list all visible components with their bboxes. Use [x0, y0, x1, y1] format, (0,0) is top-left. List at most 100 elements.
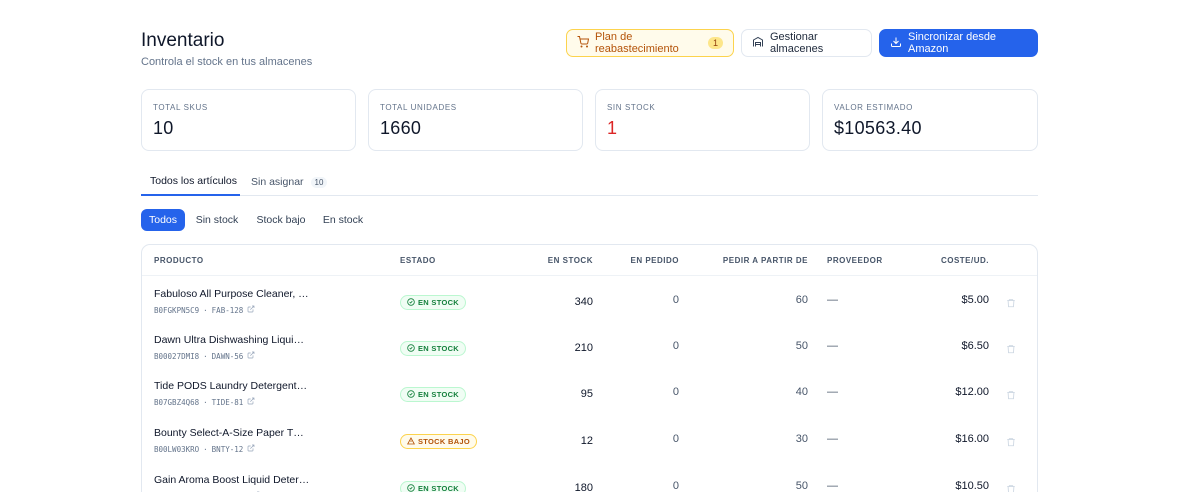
- external-link-icon[interactable]: [247, 351, 255, 361]
- product-sku: TIDE-81: [211, 397, 244, 407]
- supplier-value[interactable]: —: [827, 480, 838, 492]
- check-circle-icon: [407, 389, 415, 400]
- restock-plan-count-badge: 1: [707, 37, 723, 49]
- status-label: EN STOCK: [418, 390, 460, 399]
- external-link-icon[interactable]: [247, 305, 255, 315]
- sync-amazon-label: Sincronizar desde Amazon: [908, 31, 997, 55]
- product-name[interactable]: Bounty Select-A-Size Paper T…: [154, 427, 314, 439]
- unit-cost-value[interactable]: $12.00: [955, 386, 989, 398]
- status-label: EN STOCK: [418, 484, 460, 492]
- table-row[interactable]: Bounty Select-A-Size Paper T… B00LW03KRO ·…: [142, 417, 1037, 464]
- unit-cost-value[interactable]: $10.50: [955, 480, 989, 492]
- reorder-at-value[interactable]: 30: [796, 433, 808, 445]
- warehouse-icon: [752, 36, 764, 51]
- trash-icon[interactable]: [1006, 295, 1016, 313]
- product-name[interactable]: Tide PODS Laundry Detergent…: [154, 380, 314, 392]
- status-label: EN STOCK: [418, 344, 460, 353]
- on-order-value: 0: [672, 433, 679, 445]
- column-header-reorder-at: PEDIR A PARTIR DE: [722, 256, 808, 265]
- product-asin: B00LW03KRO: [154, 444, 200, 454]
- tab-unassigned-label: Sin asignar: [251, 176, 304, 188]
- unit-cost-value[interactable]: $16.00: [955, 433, 989, 445]
- restock-plan-button[interactable]: Plan de reabastecimiento 1: [566, 29, 734, 57]
- stat-card-estimated-value: VALOR ESTIMADO $10563.40: [822, 89, 1038, 151]
- check-circle-icon: [407, 343, 415, 354]
- stat-card-total-units: TOTAL UNIDADES 1660: [368, 89, 583, 151]
- meta-separator: ·: [203, 444, 208, 454]
- manage-warehouses-button[interactable]: Gestionar almacenes: [741, 29, 872, 57]
- in-stock-value[interactable]: 12: [581, 435, 593, 447]
- trash-icon[interactable]: [1006, 481, 1016, 492]
- product-sku: FAB-128: [211, 305, 244, 315]
- supplier-value[interactable]: —: [827, 433, 838, 445]
- product-asin: B00027DMI8: [154, 351, 200, 361]
- filter-out-of-stock[interactable]: Sin stock: [190, 209, 244, 231]
- filter-low-stock[interactable]: Stock bajo: [251, 209, 311, 231]
- product-name[interactable]: Gain Aroma Boost Liquid Deter…: [154, 474, 314, 486]
- trash-icon[interactable]: [1006, 341, 1016, 359]
- column-header-in-stock: EN STOCK: [547, 256, 593, 265]
- unit-cost-value[interactable]: $6.50: [961, 340, 989, 352]
- product-meta: B0FGKPN5C9 · FAB-128: [154, 305, 255, 315]
- status-badge: EN STOCK: [400, 387, 467, 402]
- supplier-value[interactable]: —: [827, 340, 838, 352]
- product-sku: BNTY-12: [211, 444, 244, 454]
- table-row[interactable]: Tide PODS Laundry Detergent… B07GBZ4Q68 · T…: [142, 370, 1037, 417]
- restock-plan-label: Plan de reabastecimiento: [595, 31, 679, 55]
- tab-all-items[interactable]: Todos los artículos: [141, 168, 240, 196]
- table-row[interactable]: Dawn Ultra Dishwashing Liqui… B00027DMI8 ·…: [142, 324, 1037, 371]
- supplier-value[interactable]: —: [827, 386, 838, 398]
- on-order-value: 0: [672, 294, 679, 306]
- product-name[interactable]: Fabuloso All Purpose Cleaner, …: [154, 288, 314, 300]
- column-header-on-order: EN PEDIDO: [630, 256, 679, 265]
- stat-label: VALOR ESTIMADO: [834, 103, 913, 112]
- stat-value: $10563.40: [834, 118, 922, 138]
- stat-label: TOTAL SKUS: [153, 103, 208, 112]
- trash-icon[interactable]: [1006, 434, 1016, 452]
- meta-separator: ·: [203, 305, 208, 315]
- meta-separator: ·: [203, 397, 208, 407]
- table-row[interactable]: Fabuloso All Purpose Cleaner, … B0FGKPN5C…: [142, 278, 1037, 325]
- warning-icon: [406, 436, 416, 447]
- manage-warehouses-label: Gestionar almacenes: [770, 31, 824, 55]
- supplier-value[interactable]: —: [827, 294, 838, 306]
- status-badge: EN STOCK: [400, 481, 467, 492]
- status-badge: STOCK BAJO: [400, 434, 478, 449]
- in-stock-value[interactable]: 95: [581, 388, 593, 400]
- header-divider: [142, 275, 1037, 276]
- product-meta: B00LW03KRO · BNTY-12: [154, 444, 255, 454]
- tab-all-items-label: Todos los artículos: [150, 175, 237, 187]
- tab-unassigned-count: 10: [310, 176, 328, 188]
- filter-in-stock[interactable]: En stock: [318, 209, 368, 231]
- check-circle-icon: [407, 483, 415, 492]
- page-subtitle: Controla el stock en tus almacenes: [141, 56, 313, 68]
- in-stock-value[interactable]: 180: [575, 482, 593, 492]
- column-header-status: ESTADO: [400, 256, 436, 265]
- tab-unassigned[interactable]: Sin asignar 10: [251, 168, 328, 196]
- status-badge: EN STOCK: [400, 341, 467, 356]
- column-header-product: PRODUCTO: [154, 256, 204, 265]
- reorder-at-value[interactable]: 50: [796, 340, 808, 352]
- reorder-at-value[interactable]: 50: [796, 480, 808, 492]
- trash-icon[interactable]: [1006, 387, 1016, 405]
- stat-value: 1: [607, 118, 618, 138]
- tab-bar: Todos los artículos Sin asignar 10: [141, 168, 1038, 196]
- filter-all[interactable]: Todos: [141, 209, 185, 231]
- product-asin: B07GBZ4Q68: [154, 397, 200, 407]
- page-title: Inventario: [141, 30, 225, 51]
- reorder-at-value[interactable]: 60: [796, 294, 808, 306]
- product-asin: B0FGKPN5C9: [154, 305, 200, 315]
- external-link-icon[interactable]: [247, 444, 255, 454]
- inventory-table: PRODUCTO ESTADO EN STOCK EN PEDIDO PEDIR…: [141, 244, 1038, 492]
- in-stock-value[interactable]: 340: [575, 296, 593, 308]
- sync-amazon-button[interactable]: Sincronizar desde Amazon: [879, 29, 1038, 57]
- reorder-at-value[interactable]: 40: [796, 386, 808, 398]
- in-stock-value[interactable]: 210: [575, 342, 593, 354]
- unit-cost-value[interactable]: $5.00: [961, 294, 989, 306]
- product-name[interactable]: Dawn Ultra Dishwashing Liqui…: [154, 334, 314, 346]
- external-link-icon[interactable]: [247, 397, 255, 407]
- status-badge: EN STOCK: [400, 295, 467, 310]
- cart-icon: [577, 35, 590, 51]
- stat-value: 10: [153, 118, 174, 138]
- table-row[interactable]: Gain Aroma Boost Liquid Deter…B085VLLKPH…: [142, 464, 1037, 492]
